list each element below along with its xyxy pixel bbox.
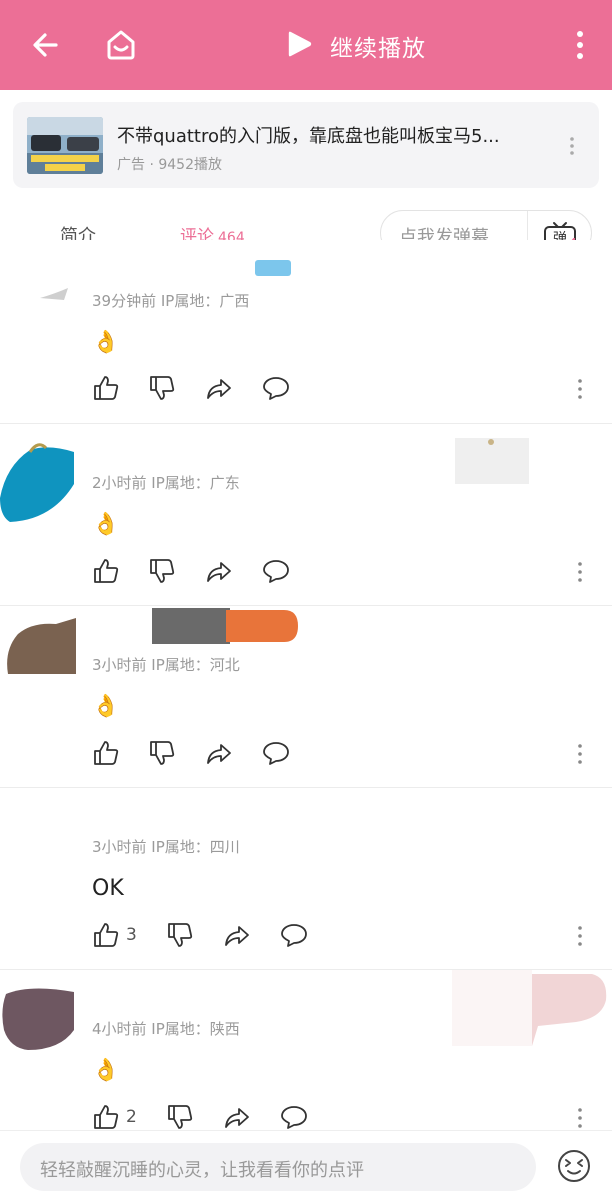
comment-content: 👌: [92, 512, 120, 537]
like-button[interactable]: 3: [92, 920, 137, 950]
ad-meta: 广告 · 9452播放: [117, 157, 222, 173]
comment-item: 4小时前 IP属地：陕西 👌 2: [0, 970, 612, 1130]
reply-icon: [281, 1106, 307, 1129]
comment-meta: 39分钟前 IP属地：广西: [92, 292, 250, 310]
comment-meta: 2小时前 IP属地：广东: [92, 474, 240, 492]
share-button[interactable]: [204, 556, 232, 586]
comment-meta: 4小时前 IP属地：陕西: [92, 1020, 240, 1038]
dislike-icon: [150, 559, 175, 583]
level-badge: [255, 260, 291, 276]
share-icon: [207, 562, 231, 582]
like-button[interactable]: [92, 556, 126, 586]
reply-icon: [281, 924, 307, 947]
comment-more-icon[interactable]: [576, 1106, 584, 1130]
share-icon: [207, 379, 231, 399]
dislike-icon: [150, 376, 175, 400]
comment-more-icon[interactable]: [576, 742, 584, 766]
like-button[interactable]: [92, 373, 126, 403]
play-icon: [286, 28, 314, 64]
reply-button[interactable]: [262, 556, 290, 586]
avatar[interactable]: [0, 980, 76, 1050]
share-icon: [225, 1108, 249, 1128]
like-icon: [94, 559, 119, 583]
comment-more-icon[interactable]: [576, 377, 584, 401]
reply-input[interactable]: 轻轻敲醒沉睡的心灵，让我看看你的点评: [20, 1143, 536, 1191]
comment-actions: 3: [92, 920, 602, 950]
reply-placeholder: 轻轻敲醒沉睡的心灵，让我看看你的点评: [40, 1160, 364, 1181]
comment-more-icon[interactable]: [576, 560, 584, 584]
reply-button[interactable]: [280, 920, 308, 950]
avatar[interactable]: [4, 614, 76, 674]
comment-actions: [92, 556, 602, 586]
ad-more-icon[interactable]: [565, 135, 579, 157]
like-button[interactable]: [92, 738, 126, 768]
continue-play-button[interactable]: 继续播放: [286, 28, 426, 64]
share-button[interactable]: [204, 738, 232, 768]
dislike-button[interactable]: [148, 556, 176, 586]
comment-content: 👌: [92, 330, 120, 355]
like-count: 2: [126, 1107, 137, 1127]
dislike-button[interactable]: [166, 1102, 194, 1132]
avatar[interactable]: [0, 436, 76, 522]
reply-icon: [263, 742, 289, 765]
reply-bar: 轻轻敲醒沉睡的心灵，让我看看你的点评: [0, 1130, 612, 1200]
avatar[interactable]: [40, 284, 70, 302]
share-button[interactable]: [204, 373, 232, 403]
comment-content: 👌: [92, 694, 120, 719]
like-count: 3: [126, 925, 137, 945]
comment-item: 3小时前 IP属地：四川 OK 3: [0, 788, 612, 970]
home-tv-icon[interactable]: [101, 25, 141, 65]
comment-actions: [92, 738, 602, 768]
dislike-button[interactable]: [148, 373, 176, 403]
comment-content: OK: [92, 876, 124, 901]
reply-button[interactable]: [262, 373, 290, 403]
emoji-icon[interactable]: [556, 1148, 592, 1184]
comment-item: 39分钟前 IP属地：广西 👌: [0, 240, 612, 424]
comment-content: 👌: [92, 1058, 120, 1083]
like-button[interactable]: 2: [92, 1102, 137, 1132]
like-icon: [94, 741, 119, 765]
reply-button[interactable]: [280, 1102, 308, 1132]
comment-more-icon[interactable]: [576, 924, 584, 948]
more-vertical-icon[interactable]: [560, 25, 600, 65]
ad-thumbnail: [27, 117, 103, 174]
reply-icon: [263, 377, 289, 400]
comment-actions: 2: [92, 1102, 602, 1132]
reply-button[interactable]: [262, 738, 290, 768]
decorative-card: [452, 970, 608, 1046]
dislike-icon: [168, 1105, 193, 1129]
back-arrow-icon[interactable]: [26, 25, 66, 65]
comment-item: 2小时前 IP属地：广东 👌: [0, 424, 612, 606]
share-icon: [225, 926, 249, 946]
dislike-button[interactable]: [148, 738, 176, 768]
like-icon: [94, 1105, 119, 1129]
continue-play-label: 继续播放: [330, 36, 426, 62]
comment-item: 3小时前 IP属地：河北 👌: [0, 606, 612, 788]
comment-meta: 3小时前 IP属地：河北: [92, 656, 240, 674]
vip-badge: [152, 608, 300, 644]
comment-actions: [92, 373, 602, 403]
reply-icon: [263, 560, 289, 583]
like-icon: [94, 376, 119, 400]
like-icon: [94, 923, 119, 947]
decorative-card: [455, 438, 529, 484]
ad-title: 不带quattro的入门版，靠底盘也能叫板宝马5...: [117, 126, 500, 147]
dislike-icon: [168, 923, 193, 947]
share-icon: [207, 744, 231, 764]
ad-card[interactable]: 不带quattro的入门版，靠底盘也能叫板宝马5... 广告 · 9452播放: [13, 102, 599, 188]
dislike-button[interactable]: [166, 920, 194, 950]
top-bar: 继续播放: [0, 0, 612, 90]
share-button[interactable]: [222, 1102, 250, 1132]
share-button[interactable]: [222, 920, 250, 950]
comment-meta: 3小时前 IP属地：四川: [92, 838, 240, 856]
dislike-icon: [150, 741, 175, 765]
